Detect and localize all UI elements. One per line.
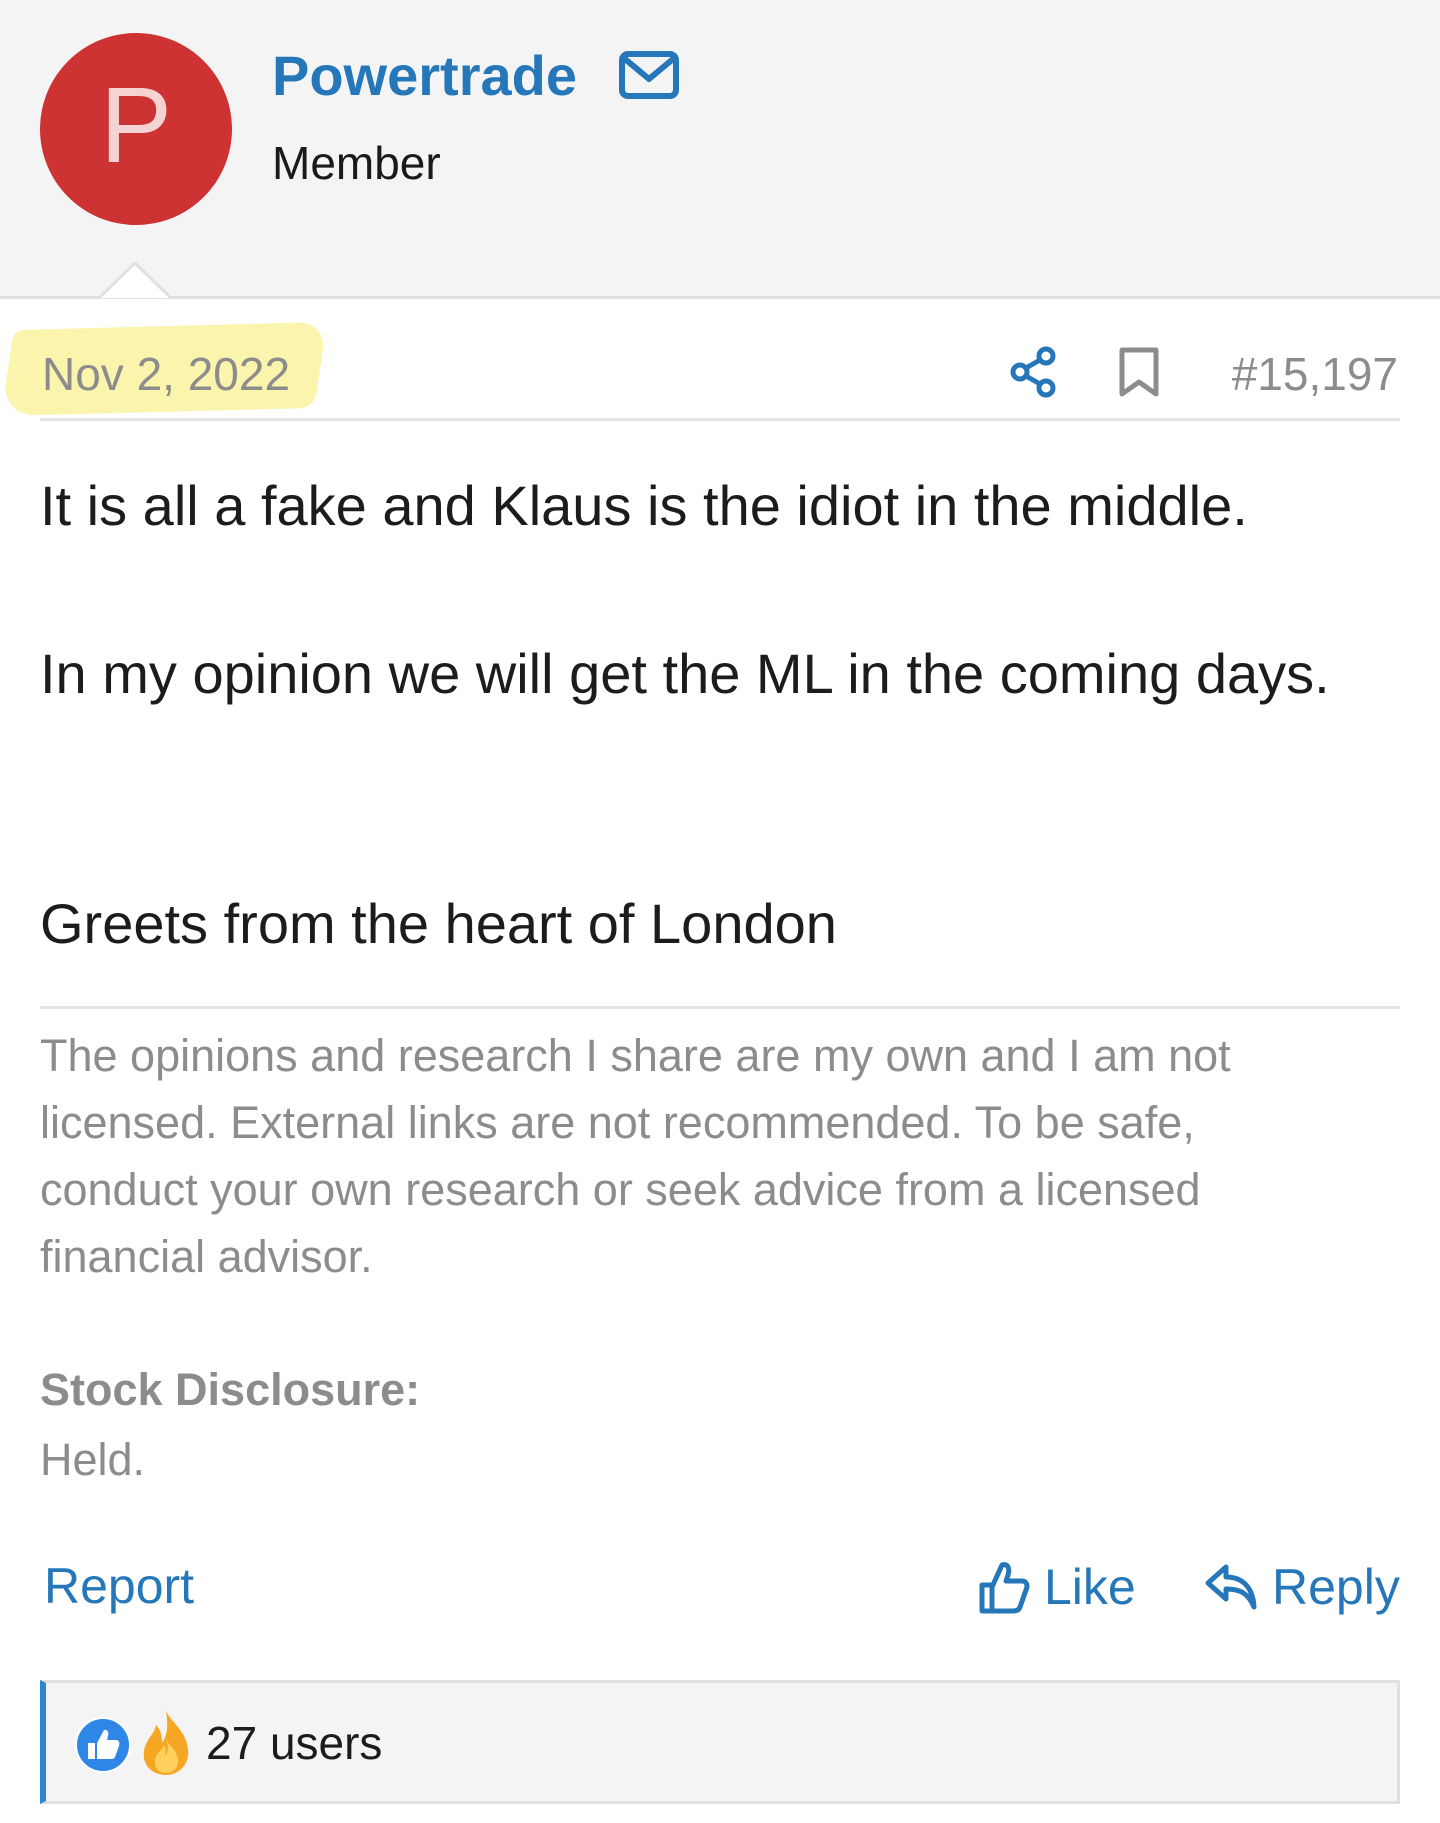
reply-button[interactable]: Reply	[1204, 1552, 1400, 1622]
like-label: Like	[1044, 1559, 1136, 1615]
author-user-title: Member	[272, 137, 441, 189]
signature-divider	[40, 1006, 1400, 1009]
header-pointer-caret	[100, 262, 170, 298]
reply-arrow-icon	[1205, 1564, 1257, 1610]
stock-disclosure-label: Stock Disclosure:	[40, 1364, 421, 1415]
header-divider	[40, 418, 1400, 421]
reply-label: Reply	[1272, 1559, 1400, 1615]
post-paragraph: Greets from the heart of London	[40, 892, 837, 955]
reactions-count: 27 users	[206, 1717, 383, 1769]
post-date-link[interactable]: Nov 2, 2022	[42, 346, 290, 402]
signature-text: The opinions and research I share are my…	[40, 1030, 1231, 1282]
envelope-icon[interactable]	[618, 50, 680, 100]
post-paragraph: In my opinion we will get the ML in the …	[40, 642, 1330, 705]
like-button[interactable]: Like	[978, 1552, 1136, 1622]
post-author-header: P Powertrade Member	[0, 0, 1440, 299]
avatar-letter: P	[99, 64, 173, 185]
report-button[interactable]: Report	[44, 1554, 194, 1618]
author-username-link[interactable]: Powertrade	[272, 40, 577, 112]
stock-disclosure-value: Held.	[40, 1434, 146, 1485]
reactions-summary-bar[interactable]: 27 users	[40, 1680, 1400, 1804]
like-reaction-icon	[75, 1717, 131, 1773]
avatar[interactable]: P	[40, 33, 232, 225]
post-number-link[interactable]: #15,197	[1232, 346, 1398, 402]
share-icon[interactable]	[1008, 346, 1058, 398]
fire-reaction-icon	[143, 1711, 189, 1775]
thumbs-up-icon	[979, 1562, 1030, 1614]
bookmark-icon[interactable]	[1118, 346, 1160, 398]
post-paragraph: It is all a fake and Klaus is the idiot …	[40, 474, 1248, 537]
